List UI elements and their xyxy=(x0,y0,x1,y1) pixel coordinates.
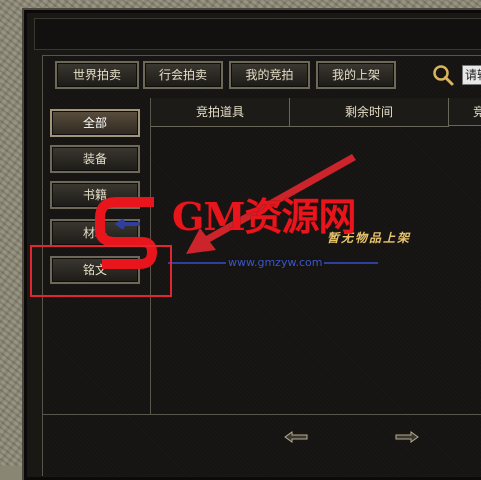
watermark-text: GM资源网 xyxy=(172,194,357,239)
right-arrow-icon[interactable] xyxy=(395,431,419,443)
watermark-url: www.gmzyw.com xyxy=(226,256,325,269)
column-header-item: 竞拍道具 xyxy=(151,98,290,127)
category-all[interactable]: 全部 xyxy=(50,109,140,137)
column-header-bid: 竞 xyxy=(449,98,481,126)
bottom-divider xyxy=(43,414,481,415)
tab-guild-auction[interactable]: 行会拍卖 xyxy=(143,61,223,89)
window-titlebar xyxy=(34,18,481,50)
highlight-box xyxy=(30,245,172,297)
category-equipment[interactable]: 装备 xyxy=(50,145,140,173)
tab-world-auction[interactable]: 世界拍卖 xyxy=(55,61,139,89)
tab-my-bids[interactable]: 我的竞拍 xyxy=(229,61,310,89)
search-input[interactable]: 请输 xyxy=(462,65,481,85)
watermark-line-left xyxy=(168,262,226,264)
watermark-line-right xyxy=(322,262,378,264)
column-header-time-left: 剩余时间 xyxy=(290,98,449,127)
tab-my-listings[interactable]: 我的上架 xyxy=(316,61,396,89)
left-arrow-icon[interactable] xyxy=(284,431,308,443)
search-icon[interactable] xyxy=(432,64,454,86)
